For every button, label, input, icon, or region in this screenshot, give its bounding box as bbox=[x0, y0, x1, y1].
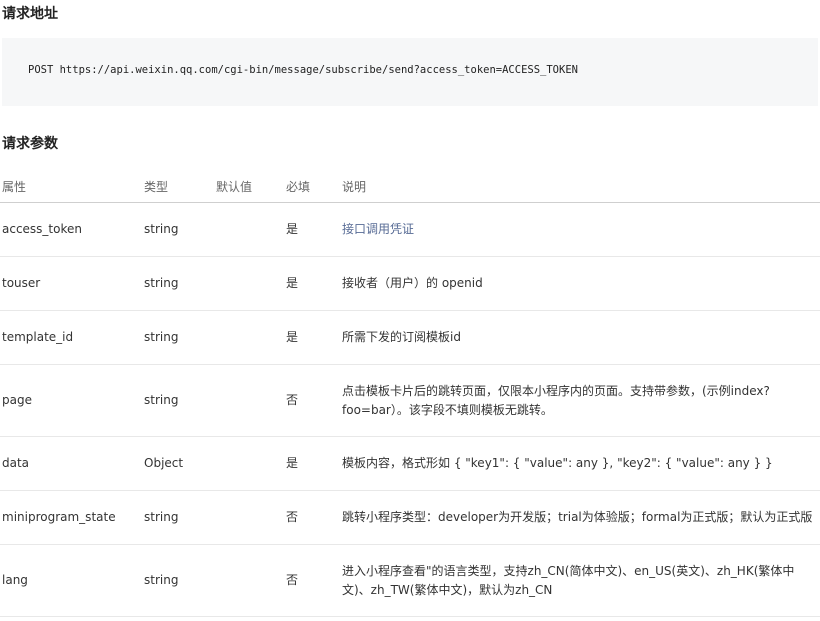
param-name: page bbox=[0, 364, 142, 437]
param-default bbox=[214, 490, 284, 545]
column-header-description: 说明 bbox=[340, 170, 820, 203]
param-description: 所需下发的订阅模板id bbox=[340, 310, 820, 365]
params-table: 属性 类型 默认值 必填 说明 access_token string 是 接口… bbox=[0, 170, 820, 617]
param-description-link[interactable]: 接口调用凭证 bbox=[342, 222, 414, 236]
params-table-header-row: 属性 类型 默认值 必填 说明 bbox=[0, 170, 820, 203]
param-name: data bbox=[0, 436, 142, 491]
column-header-type: 类型 bbox=[142, 170, 214, 203]
param-required: 否 bbox=[284, 364, 340, 437]
param-description: 点击模板卡片后的跳转页面，仅限本小程序内的页面。支持带参数，(示例index?f… bbox=[340, 364, 820, 437]
table-row: lang string 否 进入小程序查看"的语言类型，支持zh_CN(简体中文… bbox=[0, 544, 820, 617]
column-header-required: 必填 bbox=[284, 170, 340, 203]
request-url-codeblock: POST https://api.weixin.qq.com/cgi-bin/m… bbox=[2, 38, 818, 106]
param-required: 否 bbox=[284, 490, 340, 545]
param-type: string bbox=[142, 544, 214, 617]
request-url-heading: 请求地址 bbox=[2, 6, 58, 22]
table-row: page string 否 点击模板卡片后的跳转页面，仅限本小程序内的页面。支持… bbox=[0, 364, 820, 437]
param-required: 是 bbox=[284, 436, 340, 491]
param-description: 模板内容，格式形如 { "key1": { "value": any }, "k… bbox=[340, 436, 820, 491]
table-row: data Object 是 模板内容，格式形如 { "key1": { "val… bbox=[0, 436, 820, 491]
param-name: lang bbox=[0, 544, 142, 617]
param-name: access_token bbox=[0, 202, 142, 257]
param-required: 是 bbox=[284, 310, 340, 365]
param-type: string bbox=[142, 202, 214, 257]
param-type: string bbox=[142, 490, 214, 545]
param-name: touser bbox=[0, 256, 142, 311]
param-type: Object bbox=[142, 436, 214, 491]
param-default bbox=[214, 256, 284, 311]
param-required: 是 bbox=[284, 202, 340, 257]
request-url-code: POST https://api.weixin.qq.com/cgi-bin/m… bbox=[28, 64, 578, 76]
table-row: access_token string 是 接口调用凭证 bbox=[0, 202, 820, 257]
column-header-attribute: 属性 bbox=[0, 170, 142, 203]
param-default bbox=[214, 436, 284, 491]
param-description: 接口调用凭证 bbox=[340, 202, 820, 257]
table-row: template_id string 是 所需下发的订阅模板id bbox=[0, 310, 820, 365]
table-row: miniprogram_state string 否 跳转小程序类型：devel… bbox=[0, 490, 820, 545]
param-type: string bbox=[142, 364, 214, 437]
param-required: 是 bbox=[284, 256, 340, 311]
param-name: template_id bbox=[0, 310, 142, 365]
param-default bbox=[214, 544, 284, 617]
column-header-default: 默认值 bbox=[214, 170, 284, 203]
param-type: string bbox=[142, 310, 214, 365]
param-type: string bbox=[142, 256, 214, 311]
param-description: 接收者（用户）的 openid bbox=[340, 256, 820, 311]
request-params-heading: 请求参数 bbox=[2, 136, 58, 152]
param-default bbox=[214, 364, 284, 437]
param-default bbox=[214, 202, 284, 257]
param-name: miniprogram_state bbox=[0, 490, 142, 545]
param-default bbox=[214, 310, 284, 365]
param-description: 跳转小程序类型：developer为开发版；trial为体验版；formal为正… bbox=[340, 490, 820, 545]
param-required: 否 bbox=[284, 544, 340, 617]
table-row: touser string 是 接收者（用户）的 openid bbox=[0, 256, 820, 311]
param-description: 进入小程序查看"的语言类型，支持zh_CN(简体中文)、en_US(英文)、zh… bbox=[340, 544, 820, 617]
